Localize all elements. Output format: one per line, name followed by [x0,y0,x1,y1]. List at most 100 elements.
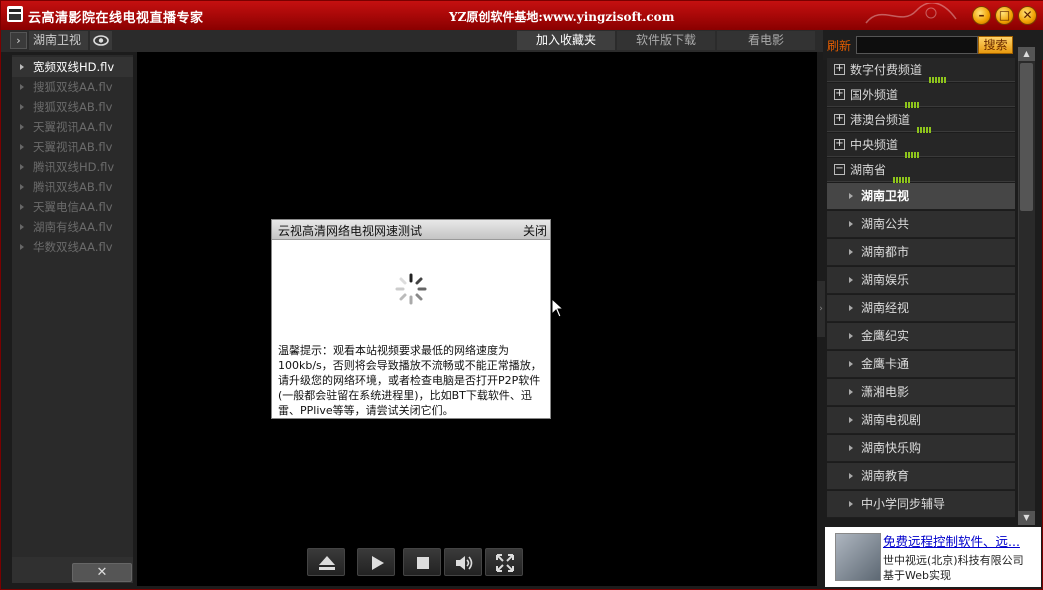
tab-software-download[interactable]: 软件版下载 [617,31,715,50]
bullet-arrow-icon [849,389,853,395]
collapse-panel-handle[interactable]: › [817,281,825,337]
bullet-arrow-icon [20,124,24,130]
scrollbar-thumb[interactable] [1020,63,1033,211]
expand-icon: + [834,113,845,125]
search-input[interactable] [856,36,978,54]
volume-button[interactable] [444,548,482,576]
loading-spinner-icon [395,273,427,305]
ad-banner[interactable]: 免费远程控制软件、远... 世中视远(北京)科技有限公司 基于Web实现 [825,527,1041,587]
bullet-arrow-icon [20,64,24,70]
bullet-arrow-icon [849,473,853,479]
maximize-button[interactable]: □ [995,6,1014,25]
list-item[interactable]: 搜狐双线AA.flv [12,77,133,97]
scroll-up-icon[interactable]: ▲ [1018,47,1035,61]
bullet-arrow-icon [849,193,853,199]
bullet-arrow-icon [20,244,24,250]
toolbar: › 湖南卫视 加入收藏夹 软件版下载 看电影 [1,30,823,52]
minimize-button[interactable]: – [972,6,991,25]
bullet-arrow-icon [20,184,24,190]
bullet-arrow-icon [20,104,24,110]
list-item[interactable]: 宽频双线HD.flv [12,57,133,77]
volume-icon [456,556,473,570]
expand-icon: + [834,63,845,75]
fullscreen-icon [496,554,514,572]
bullet-arrow-icon [20,224,24,230]
chevron-right-icon[interactable]: › [10,32,27,49]
list-item[interactable]: 搜狐双线AB.flv [12,97,133,117]
fullscreen-button[interactable] [485,548,523,576]
bullet-arrow-icon [849,501,853,507]
bullet-arrow-icon [20,84,24,90]
scroll-down-icon[interactable]: ▼ [1018,511,1035,525]
channel-item[interactable]: 湖南卫视 [827,183,1015,210]
eye-icon[interactable] [90,31,112,50]
dialog-title: 云视高清网络电视网速测试 [278,224,423,238]
maximize-icon: □ [998,8,1011,22]
channel-item[interactable]: 湖南教育 [827,463,1015,490]
category-foreign[interactable]: + 国外频道 [827,83,1015,109]
expand-icon: + [834,88,845,100]
eject-icon [319,556,335,570]
stop-button[interactable] [403,548,441,576]
current-channel-label: 湖南卫视 [29,31,88,50]
list-item[interactable]: 天翼电信AA.flv [12,197,133,217]
channel-item[interactable]: 金鹰卡通 [827,351,1015,378]
source-playlist: 宽频双线HD.flv 搜狐双线AA.flv 搜狐双线AB.flv 天翼视讯AA.… [12,55,133,583]
list-item[interactable]: 腾讯双线HD.flv [12,157,133,177]
refresh-link[interactable]: 刷新 [827,37,851,54]
close-playlist-button[interactable]: ✕ [72,563,132,582]
stop-icon [417,557,429,569]
play-icon [372,556,384,570]
speed-test-dialog: 云视高清网络电视网速测试 关闭 温馨提示：观看本站视频要求最低的网络速度为100… [271,219,551,419]
channel-item[interactable]: 湖南都市 [827,239,1015,266]
ad-company: 世中视远(北京)科技有限公司 [883,554,1024,567]
list-item[interactable]: 腾讯双线AB.flv [12,177,133,197]
tab-watch-movies[interactable]: 看电影 [717,31,815,50]
channel-item[interactable]: 潇湘电影 [827,379,1015,406]
eject-button[interactable] [307,548,345,576]
close-icon: ✕ [1022,8,1033,22]
ad-description: 基于Web实现 [883,569,951,582]
clapperboard-icon [7,6,23,22]
dialog-close-button[interactable]: 关闭 [523,222,547,239]
bullet-arrow-icon [20,204,24,210]
close-window-button[interactable]: ✕ [1018,6,1037,25]
channel-item[interactable]: 湖南经视 [827,295,1015,322]
app-window: 云高清影院在线电视直播专家 YZ原创软件基地:www.yingzisoft.co… [0,0,1043,590]
bullet-arrow-icon [20,144,24,150]
category-central[interactable]: + 中央频道 [827,133,1015,159]
title-bar[interactable]: 云高清影院在线电视直播专家 YZ原创软件基地:www.yingzisoft.co… [1,1,1043,30]
bullet-arrow-icon [20,164,24,170]
channel-item[interactable]: 金鹰纪实 [827,323,1015,350]
channel-item[interactable]: 湖南娱乐 [827,267,1015,294]
bullet-arrow-icon [849,249,853,255]
bullet-arrow-icon [849,333,853,339]
list-item[interactable]: 华数双线AA.flv [12,237,133,257]
category-digital-pay[interactable]: + 数字付费频道 [827,58,1015,84]
ad-thumbnail[interactable] [835,533,881,581]
ad-title-link[interactable]: 免费远程控制软件、远... [883,531,1033,550]
bullet-arrow-icon [849,361,853,367]
category-hk-macau-taiwan[interactable]: + 港澳台频道 [827,108,1015,134]
dialog-tip-text: 温馨提示：观看本站视频要求最低的网络速度为100kb/s，否则将会导致播放不流畅… [278,344,542,417]
channel-item[interactable]: 湖南快乐购 [827,435,1015,462]
channel-item[interactable]: 湖南电视剧 [827,407,1015,434]
decorative-swirl-icon [865,3,957,24]
play-button[interactable] [357,548,395,576]
channel-item[interactable]: 湖南公共 [827,211,1015,238]
list-item[interactable]: 天翼视讯AB.flv [12,137,133,157]
minimize-icon: – [978,8,985,22]
bullet-arrow-icon [849,417,853,423]
bullet-arrow-icon [849,305,853,311]
collapse-icon: − [834,163,845,175]
channel-item[interactable]: 中小学同步辅导 [827,491,1015,518]
search-button[interactable]: 搜索 [978,36,1013,54]
dialog-header: 云视高清网络电视网速测试 关闭 [272,220,550,240]
list-item[interactable]: 天翼视讯AA.flv [12,117,133,137]
bullet-arrow-icon [849,221,853,227]
mouse-cursor-icon [551,298,565,318]
site-url: YZ原创软件基地:www.yingzisoft.com [449,10,675,24]
category-hunan[interactable]: − 湖南省 [827,158,1015,184]
tab-add-favorites[interactable]: 加入收藏夹 [517,31,615,50]
list-item[interactable]: 湖南有线AA.flv [12,217,133,237]
